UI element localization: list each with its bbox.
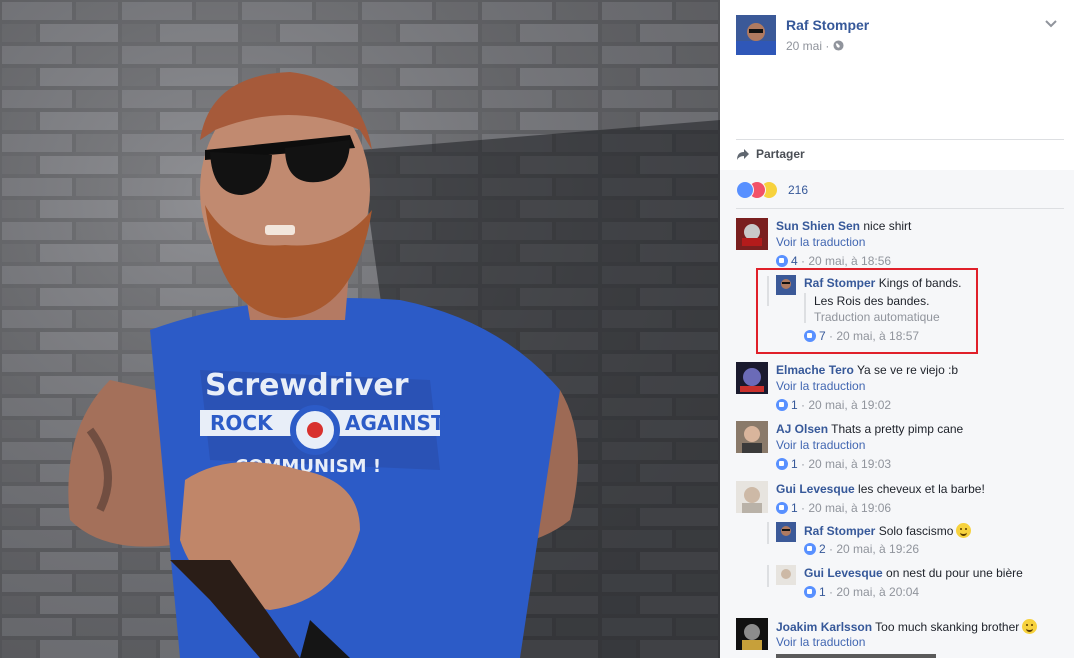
- comment-item: AJ Olsen Thats a pretty pimp cane Voir l…: [736, 421, 1066, 471]
- divider: [736, 208, 1064, 209]
- commenter-name[interactable]: Gui Levesque: [776, 482, 855, 496]
- comment-text: on nest du pour une bière: [886, 566, 1023, 580]
- like-icon: [736, 181, 754, 199]
- comment-time[interactable]: · 20 mai, à 19:26: [829, 542, 919, 556]
- commenter-avatar[interactable]: [736, 421, 768, 453]
- see-translation-link[interactable]: Voir la traduction: [776, 438, 865, 452]
- like-count[interactable]: 2: [819, 542, 826, 556]
- commenter-avatar[interactable]: [736, 618, 768, 650]
- chevron-down-icon[interactable]: [1042, 15, 1060, 33]
- commenter-avatar[interactable]: [776, 522, 796, 542]
- commenter-name[interactable]: Joakim Karlsson: [776, 620, 872, 634]
- author-name[interactable]: Raf Stomper: [786, 17, 869, 33]
- commenter-name[interactable]: Sun Shien Sen: [776, 219, 860, 233]
- shirt-logo-text: Screwdriver: [205, 368, 409, 403]
- share-arrow-icon: [737, 149, 749, 160]
- translation-line: [804, 293, 806, 323]
- divider: [736, 139, 1064, 140]
- commenter-avatar[interactable]: [736, 218, 768, 250]
- like-count[interactable]: 7: [819, 329, 826, 343]
- comment-time[interactable]: · 20 mai, à 18:57: [829, 329, 919, 343]
- reaction-count[interactable]: 216: [788, 183, 808, 197]
- share-label: Partager: [756, 147, 805, 161]
- comment-text: Kings of bands.: [878, 276, 962, 290]
- comment-time[interactable]: · 20 mai, à 20:04: [829, 585, 919, 599]
- like-count[interactable]: 4: [791, 254, 798, 268]
- reply-thread-line: [767, 565, 769, 587]
- comment-text: Too much skanking brother: [875, 620, 1020, 634]
- reply-item: Raf Stomper Solo fascismo 2 · 20 mai, à …: [776, 522, 1056, 562]
- comment-meta: 1 · 20 mai, à 19:06: [776, 501, 891, 515]
- commenter-avatar[interactable]: [776, 275, 796, 295]
- post-header: Raf Stomper 20 mai ·: [736, 15, 1066, 57]
- see-translation-link[interactable]: Voir la traduction: [776, 635, 865, 649]
- like-count[interactable]: 1: [791, 501, 798, 515]
- like-icon: [776, 399, 788, 411]
- comment-meta: 7 · 20 mai, à 18:57: [804, 329, 919, 343]
- reply-thread-line: [767, 522, 769, 544]
- comment-text: Thats a pretty pimp cane: [831, 422, 964, 436]
- photo-canvas: Screwdriver ROCK AGAINST COMMUNISM !: [0, 0, 720, 658]
- post-side-panel: Raf Stomper 20 mai · Partager 216 Sun Sh…: [720, 0, 1074, 658]
- comment-item: Sun Shien Sen nice shirt Voir la traduct…: [736, 218, 1066, 268]
- comment-item: Joakim Karlsson Too much skanking brothe…: [736, 618, 1066, 658]
- comment-text: Solo fascismo: [878, 524, 954, 538]
- attached-image-preview[interactable]: [776, 654, 936, 658]
- like-icon: [776, 458, 788, 470]
- reply-item: Gui Levesque on nest du pour une bière 1…: [776, 565, 1056, 605]
- commenter-avatar[interactable]: [736, 481, 768, 513]
- comment-meta: 2 · 20 mai, à 19:26: [804, 542, 919, 556]
- commenter-name[interactable]: AJ Olsen: [776, 422, 828, 436]
- wink-emoji-icon: [956, 523, 972, 538]
- translated-text: Les Rois des bandes.: [814, 294, 930, 308]
- comment-time[interactable]: · 20 mai, à 18:56: [801, 254, 891, 268]
- comment-meta: 1 · 20 mai, à 19:02: [776, 398, 891, 412]
- author-avatar[interactable]: [736, 15, 776, 55]
- shirt-text-rock: ROCK: [210, 411, 274, 435]
- comment-time[interactable]: · 20 mai, à 19:06: [801, 501, 891, 515]
- smile-emoji-icon: [1022, 619, 1038, 634]
- comment-meta: 1 · 20 mai, à 20:04: [804, 585, 919, 599]
- comment-item: Gui Levesque les cheveux et la barbe! 1 …: [736, 481, 1066, 521]
- see-translation-link[interactable]: Voir la traduction: [776, 235, 865, 249]
- like-count[interactable]: 1: [791, 398, 798, 412]
- commenter-name[interactable]: Gui Levesque: [804, 566, 883, 580]
- see-translation-link[interactable]: Voir la traduction: [776, 379, 865, 393]
- post-photo[interactable]: Screwdriver ROCK AGAINST COMMUNISM !: [0, 0, 720, 658]
- comment-item: Elmache Tero Ya se ve re viejo :b Voir l…: [736, 362, 1066, 412]
- post-date[interactable]: 20 mai: [786, 39, 822, 53]
- comment-meta: 4 · 20 mai, à 18:56: [776, 254, 891, 268]
- auto-translation-label[interactable]: Traduction automatique: [814, 310, 940, 324]
- like-icon: [804, 543, 816, 555]
- like-icon: [804, 586, 816, 598]
- reply-item: Raf Stomper Kings of bands. Les Rois des…: [776, 275, 1056, 345]
- comment-text: les cheveux et la barbe!: [858, 482, 985, 496]
- comment-time[interactable]: · 20 mai, à 19:02: [801, 398, 891, 412]
- globe-icon[interactable]: [833, 40, 844, 51]
- shirt-text-against: AGAINST: [345, 411, 445, 435]
- like-count[interactable]: 1: [791, 457, 798, 471]
- commenter-name[interactable]: Raf Stomper: [804, 524, 875, 538]
- meta-separator: ·: [825, 39, 830, 53]
- post-meta: 20 mai ·: [786, 39, 844, 53]
- reply-thread-line: [767, 276, 769, 306]
- like-icon: [776, 255, 788, 267]
- comments-section: 216 Sun Shien Sen nice shirt Voir la tra…: [720, 170, 1074, 658]
- commenter-avatar[interactable]: [736, 362, 768, 394]
- like-icon: [776, 502, 788, 514]
- comment-text: nice shirt: [863, 219, 912, 233]
- comment-text: Ya se ve re viejo :b: [856, 363, 959, 377]
- commenter-avatar[interactable]: [776, 565, 796, 585]
- comment-meta: 1 · 20 mai, à 19:03: [776, 457, 891, 471]
- commenter-name[interactable]: Raf Stomper: [804, 276, 875, 290]
- comment-time[interactable]: · 20 mai, à 19:03: [801, 457, 891, 471]
- commenter-name[interactable]: Elmache Tero: [776, 363, 854, 377]
- like-icon: [804, 330, 816, 342]
- like-count[interactable]: 1: [819, 585, 826, 599]
